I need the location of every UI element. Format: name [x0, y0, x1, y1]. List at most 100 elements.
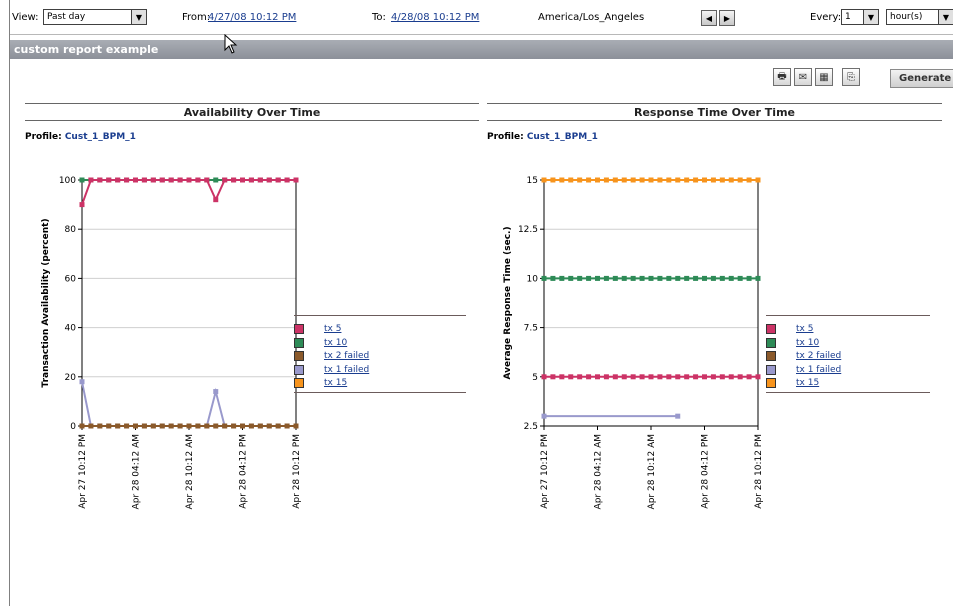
legend-link[interactable]: tx 15 [796, 378, 819, 388]
legend-link[interactable]: tx 10 [324, 338, 347, 348]
export-csv-icon[interactable]: ▦ [815, 68, 833, 86]
legend-item[interactable]: tx 2 failed [294, 351, 434, 363]
next-period-button[interactable]: ▶ [719, 10, 735, 26]
data-point [702, 374, 707, 380]
data-point [755, 374, 761, 380]
data-point [541, 177, 547, 183]
data-point [275, 177, 281, 183]
data-point [141, 177, 147, 183]
legend-item[interactable]: tx 1 failed [766, 364, 906, 377]
data-point [568, 374, 574, 380]
data-point [719, 374, 725, 380]
data-point [568, 275, 574, 281]
y-tick-label: 5 [532, 373, 538, 383]
data-point [204, 423, 210, 429]
to-date-link[interactable]: 4/28/08 10:12 PM [391, 12, 479, 23]
data-point [266, 177, 272, 183]
legend-item[interactable]: tx 10 [294, 337, 434, 350]
data-point [284, 423, 290, 429]
data-point [648, 374, 654, 380]
legend-swatch [294, 378, 304, 388]
data-point [168, 423, 174, 429]
timezone-label: America/Los_Angeles [538, 12, 645, 23]
series-line [81, 179, 296, 205]
x-tick-label: Apr 28 04:12 AM [594, 434, 604, 509]
data-point [186, 423, 192, 429]
data-point [595, 177, 600, 183]
data-point [719, 275, 725, 281]
legend-link[interactable]: tx 1 failed [796, 365, 841, 375]
data-point [568, 177, 574, 183]
data-point [124, 177, 130, 183]
legend-link[interactable]: tx 5 [796, 324, 813, 334]
every-select[interactable]: 1 ▼ [841, 9, 879, 25]
data-point [293, 423, 299, 429]
x-tick-label: Apr 28 10:12 PM [754, 434, 764, 509]
data-point [684, 374, 690, 380]
chevron-down-icon[interactable]: ▼ [938, 10, 953, 24]
data-point [257, 177, 263, 183]
profile-value: Cust_1_BPM_1 [64, 132, 136, 142]
data-point [746, 275, 752, 281]
y-tick-label: 12.5 [518, 225, 538, 235]
data-point [79, 202, 85, 208]
legend-item[interactable]: tx 5 [294, 324, 434, 336]
legend-swatch [766, 324, 776, 334]
response-time-profile: Profile: Cust_1_BPM_1 [487, 132, 598, 142]
data-point [728, 177, 734, 183]
data-point [595, 374, 600, 380]
data-point [106, 177, 112, 183]
legend-link[interactable]: tx 15 [324, 378, 347, 388]
arrow-right-icon: ▶ [723, 13, 731, 23]
data-point [195, 423, 201, 429]
chevron-down-icon[interactable]: ▼ [131, 10, 146, 24]
y-axis-label: Average Response Time (sec.) [503, 226, 513, 379]
legend-link[interactable]: tx 10 [796, 338, 819, 348]
data-point [133, 177, 138, 183]
legend-link[interactable]: tx 5 [324, 324, 341, 334]
chevron-down-icon[interactable]: ▼ [863, 10, 878, 24]
data-point [657, 275, 663, 281]
data-point [577, 177, 583, 183]
legend-link[interactable]: tx 2 failed [796, 351, 841, 361]
data-point [630, 177, 636, 183]
data-point [541, 275, 547, 281]
data-point [710, 374, 716, 380]
data-point [559, 177, 565, 183]
x-tick-label: Apr 28 10:12 AM [647, 434, 657, 509]
legend-item[interactable]: tx 15 [294, 378, 434, 390]
legend-link[interactable]: tx 2 failed [324, 351, 369, 361]
legend-item[interactable]: tx 1 failed [294, 364, 434, 377]
generate-button[interactable]: Generate [890, 69, 953, 88]
data-point [693, 374, 699, 380]
legend-item[interactable]: tx 10 [766, 337, 906, 350]
unit-select-value: hour(s) [890, 12, 923, 22]
data-point [79, 177, 85, 183]
legend-link[interactable]: tx 1 failed [324, 365, 369, 375]
data-point [666, 177, 672, 183]
legend-item[interactable]: tx 2 failed [766, 351, 906, 363]
data-point [150, 177, 156, 183]
y-axis-label: Transaction Availability (percent) [41, 218, 51, 387]
from-date-link[interactable]: 4/27/08 10:12 PM [208, 12, 296, 23]
previous-period-button[interactable]: ◀ [701, 10, 717, 26]
legend-item[interactable]: tx 5 [766, 324, 906, 336]
data-point [293, 177, 299, 183]
profile-label: Profile: [25, 132, 62, 142]
data-point [666, 374, 672, 380]
print-icon[interactable]: 🖶 [773, 68, 791, 86]
data-point [728, 275, 734, 281]
response-time-chart-header: Response Time Over Time [487, 103, 942, 121]
data-point [115, 177, 121, 183]
legend-item[interactable]: tx 15 [766, 378, 906, 390]
unit-select[interactable]: hour(s) ▼ [886, 9, 953, 25]
view-select[interactable]: Past day ▼ [43, 9, 147, 25]
export-pdf-icon[interactable]: ⎘ [842, 68, 860, 86]
email-icon[interactable]: ✉ [794, 68, 812, 86]
data-point [150, 423, 156, 429]
y-tick-label: 15 [527, 176, 538, 186]
data-point [97, 423, 103, 429]
data-point [79, 423, 85, 429]
data-point [621, 374, 627, 380]
mouse-cursor-icon [224, 34, 238, 54]
